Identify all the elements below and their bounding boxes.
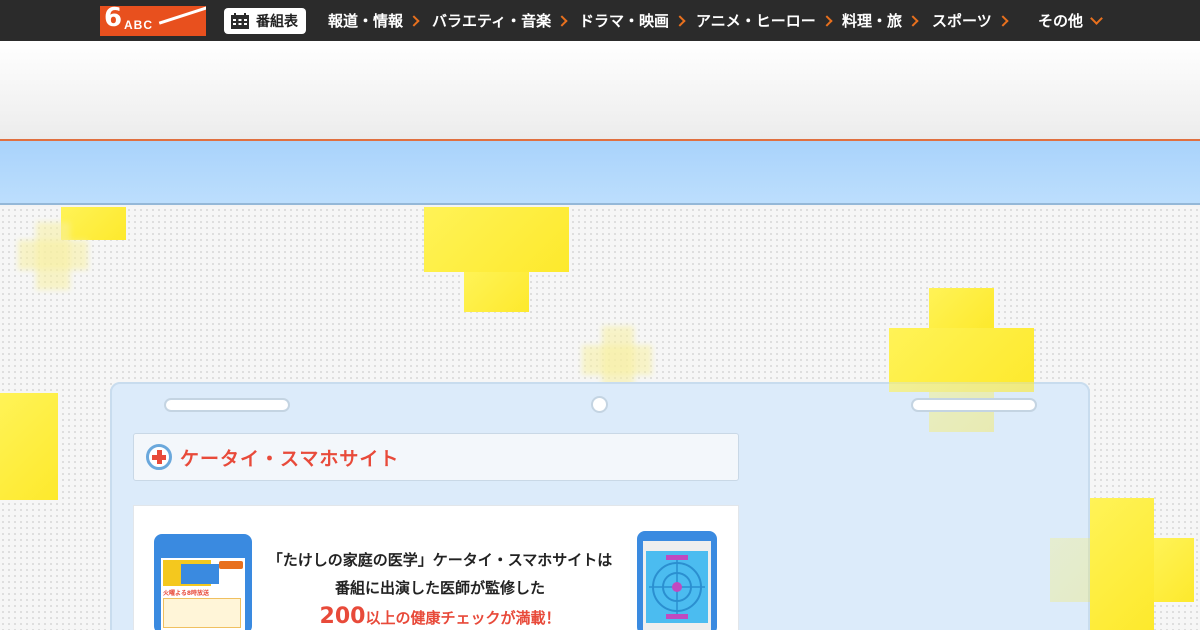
phone-right-screen bbox=[643, 541, 711, 630]
calendar-icon bbox=[231, 12, 249, 29]
program-header-band bbox=[0, 41, 1200, 141]
yellow-cross-overlap bbox=[889, 382, 1034, 392]
phone-left-content bbox=[163, 598, 241, 628]
promo-line-3-rest: 以上の健康チェックが満載！ bbox=[365, 609, 561, 627]
program-menu-band bbox=[0, 141, 1200, 205]
nav-item-more[interactable]: その他 bbox=[1038, 0, 1103, 41]
chevron-right-icon bbox=[907, 14, 919, 27]
yellow-block bbox=[61, 207, 126, 240]
nav-item-label: アニメ・ヒーロー bbox=[696, 12, 816, 30]
yellow-cross bbox=[424, 207, 569, 272]
nav-item-news[interactable]: 報道・情報 bbox=[328, 0, 420, 41]
nav-item-variety[interactable]: バラエティ・音楽 bbox=[432, 0, 568, 41]
top-navigation-bar: 6 ABC 番組表 報道・情報 バラエティ・音楽 ドラマ・映画 アニメ・ヒーロー… bbox=[0, 0, 1200, 41]
body-chart-icon bbox=[649, 555, 705, 619]
nav-item-label: スポーツ bbox=[932, 12, 992, 30]
faint-cross bbox=[36, 222, 70, 290]
yellow-cross bbox=[929, 288, 994, 328]
chevron-right-icon bbox=[997, 14, 1009, 27]
nav-item-label: 料理・旅 bbox=[842, 12, 903, 30]
chevron-right-icon bbox=[821, 14, 833, 27]
schedule-label: 番組表 bbox=[256, 14, 298, 30]
phone-left-title-block bbox=[181, 564, 219, 584]
nav-item-anime[interactable]: アニメ・ヒーロー bbox=[696, 0, 833, 41]
phone-right-illustration bbox=[637, 531, 717, 630]
chevron-down-icon bbox=[1090, 12, 1103, 25]
logo-stripe bbox=[158, 6, 206, 25]
section-title: ケータイ・スマホサイト bbox=[180, 447, 400, 470]
phone-left-screen: 火曜よる8時放送 bbox=[161, 558, 245, 630]
promo-line-1: 「たけしの家庭の医学」ケータイ・スマホサイトは bbox=[267, 551, 613, 569]
chevron-right-icon bbox=[556, 14, 568, 27]
yellow-cross-overlap bbox=[1050, 538, 1090, 602]
medical-cross-icon bbox=[146, 444, 172, 470]
yellow-block bbox=[0, 393, 58, 500]
nav-item-label: 報道・情報 bbox=[328, 12, 404, 30]
yellow-cross bbox=[1154, 538, 1194, 602]
phone-right-chart-area bbox=[646, 551, 708, 623]
yellow-cross bbox=[1090, 498, 1154, 630]
phone-left-illustration: 火曜よる8時放送 bbox=[154, 534, 252, 630]
promo-line-3: 200以上の健康チェックが満載！ bbox=[260, 604, 620, 629]
promo-line-2: 番組に出演した医師が監修した bbox=[334, 579, 545, 597]
schedule-button[interactable]: 番組表 bbox=[224, 8, 306, 34]
logo-number: 6 bbox=[104, 6, 123, 33]
phone-left-badge bbox=[219, 561, 243, 569]
nav-item-sports[interactable]: スポーツ bbox=[932, 0, 1009, 41]
yellow-cross bbox=[464, 272, 529, 312]
logo-text: ABC bbox=[124, 18, 153, 32]
abc-logo[interactable]: 6 ABC bbox=[100, 6, 206, 36]
nav-item-drama[interactable]: ドラマ・映画 bbox=[579, 0, 686, 41]
phone-left-caption: 火曜よる8時放送 bbox=[163, 590, 209, 597]
binder-slot-left bbox=[164, 398, 290, 412]
section-heading: ケータイ・スマホサイト bbox=[133, 433, 739, 481]
nav-item-label: その他 bbox=[1038, 12, 1084, 30]
nav-item-cooking[interactable]: 料理・旅 bbox=[842, 0, 919, 41]
binder-hole-center bbox=[591, 396, 608, 413]
binder-slot-right bbox=[911, 398, 1037, 412]
nav-item-label: バラエティ・音楽 bbox=[432, 12, 552, 30]
chevron-right-icon bbox=[408, 14, 420, 27]
nav-item-label: ドラマ・映画 bbox=[579, 12, 670, 30]
chevron-right-icon bbox=[674, 14, 686, 27]
promo-count: 200 bbox=[319, 604, 366, 629]
